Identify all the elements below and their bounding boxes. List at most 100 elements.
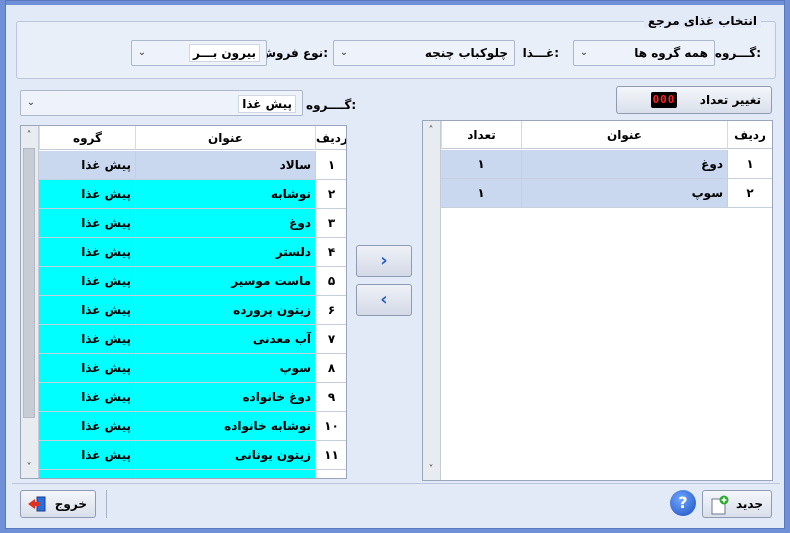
available-scrollbar[interactable]: ˄ ˅ [21, 126, 39, 478]
header-count[interactable]: تعداد [441, 121, 521, 149]
selected-table-body: ۱ دوغ ۱ ۱ سوپ ۲ [441, 150, 772, 480]
counter-led-icon: 000 [651, 92, 677, 108]
exit-door-icon [27, 496, 47, 512]
chevron-down-icon[interactable]: ⌄ [334, 41, 354, 65]
group-select-value: همه گروه ها [634, 46, 708, 60]
help-icon[interactable]: ? [670, 490, 696, 516]
filter-group-label: گــــروه: [306, 98, 357, 112]
header-row-number[interactable]: ردیف [315, 126, 346, 150]
table-row[interactable]: پیش غذا دوغ ۳ [39, 209, 346, 238]
cell-row-number: ۹ [315, 383, 346, 411]
chevron-down-icon[interactable]: ⌄ [574, 41, 594, 65]
filter-group-select[interactable]: پیش غذا ⌄ [20, 90, 303, 116]
cell-row-number: ۶ [315, 296, 346, 324]
cell-row-number: ۳ [315, 209, 346, 237]
table-row[interactable]: پیش غذا آب معدنی ۷ [39, 325, 346, 354]
sale-type-select[interactable]: بیرون بـــر ⌄ [131, 40, 267, 66]
cell-row-number: ۸ [315, 354, 346, 382]
scroll-up-icon[interactable]: ˄ [423, 123, 439, 139]
sale-type-label: نوع فروش: [259, 46, 328, 60]
cell-group: پیش غذا [39, 354, 135, 382]
table-row[interactable]: پیش غذاترشی۱۲ [39, 470, 346, 478]
table-row[interactable]: ۱ سوپ ۲ [441, 179, 772, 208]
cell-group: پیش غذا [39, 296, 135, 324]
cell-title: نوشابه خانواده [135, 412, 315, 440]
remove-item-button[interactable]: ‹ [356, 284, 412, 316]
table-row[interactable]: پیش غذا سالاد ۱ [39, 151, 346, 180]
groupbox-title: انتخاب غذای مرجع [643, 14, 761, 28]
new-document-icon [709, 495, 729, 515]
group-label: گـــروه: [714, 46, 761, 60]
cell-group: پیش غذا [39, 209, 135, 237]
cell-row-number: ۴ [315, 238, 346, 266]
cell-title: نوشابه [135, 180, 315, 208]
cell-row-number: ۱ [315, 151, 346, 179]
selected-items-table: ˄ ˅ تعداد عنوان ردیف ۱ دوغ ۱ ۱ سوپ ۲ [422, 120, 773, 481]
available-table-header: گروه عنوان ردیف [39, 126, 346, 150]
exit-button[interactable]: خروج [20, 490, 96, 518]
reference-food-groupbox: انتخاب غذای مرجع گـــروه: همه گروه ها ⌄ … [16, 14, 776, 79]
group-select[interactable]: همه گروه ها ⌄ [573, 40, 715, 66]
table-row[interactable]: پیش غذا ماست موسیر ۵ [39, 267, 346, 296]
change-count-label: تغییر تعداد [699, 93, 761, 107]
header-title[interactable]: عنوان [521, 121, 727, 149]
chevron-left-icon: ‹ [380, 289, 388, 310]
dialog-window: انتخاب غذای مرجع گـــروه: همه گروه ها ⌄ … [5, 0, 785, 529]
cell-row-number: ۱۰ [315, 412, 346, 440]
available-items-table: ˄ ˅ گروه عنوان ردیف پیش غذا سالاد ۱ پیش غذا… [20, 125, 347, 479]
footer-bar: خروج ? جدید [12, 483, 780, 521]
cell-group: پیش غذا [39, 180, 135, 208]
cell-title: سوپ [135, 354, 315, 382]
cell-row-number: ۲ [727, 179, 772, 207]
food-label: غـــذا: [522, 46, 559, 60]
cell-group: پیش غذا [39, 151, 135, 179]
cell-group: پیش غذا [39, 412, 135, 440]
cell-count: ۱ [441, 150, 521, 178]
table-row[interactable]: پیش غذا دلستر ۴ [39, 238, 346, 267]
table-row[interactable]: پیش غذا نوشابه خانواده ۱۰ [39, 412, 346, 441]
chevron-down-icon[interactable]: ⌄ [21, 91, 41, 115]
selected-scrollbar[interactable]: ˄ ˅ [423, 121, 441, 480]
cell-row-number: ۲ [315, 180, 346, 208]
table-row[interactable]: پیش غذا سوپ ۸ [39, 354, 346, 383]
cell-title: دلستر [135, 238, 315, 266]
add-item-button[interactable]: › [356, 245, 412, 277]
cell-row-number: ۱ [727, 150, 772, 178]
cell-group: پیش غذا [39, 325, 135, 353]
cell-group: پیش غذا [39, 470, 135, 478]
chevron-right-icon: › [380, 250, 388, 271]
cell-row-number: ۷ [315, 325, 346, 353]
divider [106, 490, 107, 518]
header-row-number[interactable]: ردیف [727, 121, 772, 149]
table-row[interactable]: پیش غذا دوغ خانواده ۹ [39, 383, 346, 412]
cell-group: پیش غذا [39, 267, 135, 295]
table-row[interactable]: پیش غذا نوشابه ۲ [39, 180, 346, 209]
scroll-down-icon[interactable]: ˅ [21, 460, 37, 476]
cell-title: سوپ [521, 179, 727, 207]
cell-title: دوغ [521, 150, 727, 178]
scroll-up-icon[interactable]: ˄ [21, 128, 37, 144]
cell-group: پیش غذا [39, 383, 135, 411]
scroll-thumb[interactable] [23, 148, 35, 418]
food-select[interactable]: چلوکباب چنجه ⌄ [333, 40, 515, 66]
cell-title: سالاد [135, 151, 315, 179]
table-row[interactable]: ۱ دوغ ۱ [441, 150, 772, 179]
cell-group: پیش غذا [39, 238, 135, 266]
cell-title: ماست موسیر [135, 267, 315, 295]
cell-row-number: ۱۲ [315, 470, 346, 478]
table-row[interactable]: پیش غذا زیتون پرورده ۶ [39, 296, 346, 325]
selected-table-header: تعداد عنوان ردیف [441, 121, 772, 149]
header-title[interactable]: عنوان [135, 126, 315, 150]
change-count-button[interactable]: تغییر تعداد 000 [616, 86, 772, 114]
scroll-down-icon[interactable]: ˅ [423, 462, 439, 478]
header-group[interactable]: گروه [39, 126, 135, 150]
chevron-down-icon[interactable]: ⌄ [132, 41, 152, 65]
filter-group-select-value: پیش غذا [238, 95, 296, 113]
cell-row-number: ۱۱ [315, 441, 346, 469]
table-row[interactable]: پیش غذا زیتون یونانی ۱۱ [39, 441, 346, 470]
cell-title: ترشی [135, 470, 315, 478]
cell-title: دوغ خانواده [135, 383, 315, 411]
help-glyph: ? [678, 493, 688, 512]
title-strip [6, 1, 784, 5]
new-button[interactable]: جدید [702, 490, 772, 518]
